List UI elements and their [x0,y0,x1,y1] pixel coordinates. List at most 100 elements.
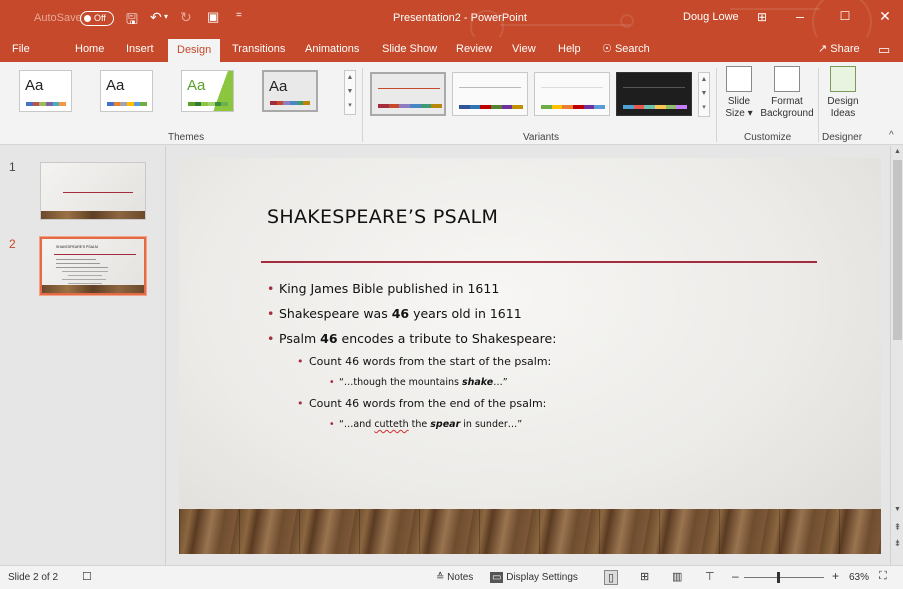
fit-slide-icon[interactable]: ⛶ [879,570,887,583]
autosave-state: Off [94,13,106,23]
variant-color-strip [623,105,688,109]
bullet-level-1: Psalm 46 encodes a tribute to Shakespear… [267,326,827,351]
slide-number-selected: 2 [9,237,16,251]
bullet-text: “…though the mountains [339,377,462,388]
display-settings-label: Display Settings [506,572,578,583]
slide-count: Slide 2 of 2 [8,572,59,583]
variant-color-strip [378,104,443,108]
collapse-ribbon-icon[interactable]: ^ [889,130,894,141]
thumbnail-text-line [62,279,106,280]
tab-view[interactable]: View [512,37,536,62]
slide-size-button[interactable]: Slide Size ▾ [721,66,757,120]
zoom-slider-thumb[interactable] [776,572,780,583]
user-name[interactable]: Doug Lowe [683,11,739,23]
bullet-text: King James Bible published in 1611 [279,281,500,296]
tab-slide-show[interactable]: Slide Show [382,37,437,62]
redo-icon[interactable]: ↻ [180,9,192,26]
previous-slide-icon[interactable]: ⇞ [891,522,903,533]
display-settings-button[interactable]: ▭ Display Settings [490,572,578,583]
tab-review[interactable]: Review [456,37,492,62]
tab-transitions[interactable]: Transitions [232,37,285,62]
variant-rule-line [378,88,440,89]
slide-size-label-2: Size ▾ [725,108,753,119]
present-from-beginning-icon[interactable]: ▣ [207,9,219,25]
minimize-icon[interactable]: – [781,0,819,32]
slide-number: 1 [9,160,16,174]
design-ideas-label-2: Ideas [830,108,856,119]
thumbnail-text-line [68,275,102,276]
theme-thumbnail-office-theme[interactable]: Aa [100,70,153,112]
zoom-out-icon[interactable]: – [732,569,739,583]
customize-qat-icon[interactable]: = [236,10,242,21]
slide-thumbnail-1[interactable] [40,162,146,220]
maximize-icon[interactable]: ☐ [826,0,864,32]
variant-thumbnail-2[interactable] [452,72,528,116]
close-icon[interactable]: ✕ [866,0,903,32]
variant-thumbnail-1[interactable] [370,72,446,116]
variant-color-strip [541,105,606,109]
normal-view-icon[interactable]: ▯ [604,570,619,585]
variants-gallery-scroll[interactable]: ▲ ▼ ▾ [698,72,710,117]
designer-group-label: Designer [822,132,863,143]
design-ideas-button[interactable]: Design Ideas [821,66,865,120]
autosave-toggle[interactable]: Off [80,11,114,26]
theme-color-strip [188,102,229,106]
notes-icon: ≙ [436,572,445,583]
reading-view-icon[interactable]: ▥ [672,570,682,583]
ribbon-display-options-icon[interactable]: ⊞ [757,10,767,24]
slide-size-label: Slide [727,96,751,107]
theme-thumbnail-gallery-selected[interactable]: Aa [262,70,318,112]
slides-pane: 1 2 SHAKESPEARE'S PSALM [0,146,166,565]
zoom-in-icon[interactable]: + [832,569,839,583]
format-background-button[interactable]: Format Background [758,66,816,120]
slide-thumbnail-2-selected[interactable]: SHAKESPEARE'S PSALM [39,236,147,296]
slide-sorter-icon[interactable]: ⊞ [640,570,649,583]
bullet-text: Count 46 words from the start of the psa… [309,355,552,368]
tab-file[interactable]: File [12,37,30,62]
theme-thumbnail-facet[interactable]: Aa [181,70,234,112]
status-bar: Slide 2 of 2 ☐ ≙ Notes ▭ Display Setting… [0,565,903,589]
zoom-slider[interactable] [744,577,824,578]
format-background-label-2: Background [760,108,814,119]
scroll-up-icon[interactable]: ▲ [891,148,903,155]
scrollbar-thumb[interactable] [893,160,902,340]
bullet-text: years old in 1611 [409,306,522,321]
theme-thumbnail-office[interactable]: Aa [19,70,72,112]
save-icon[interactable]: 🖫 [126,9,138,33]
bullet-text: …” [493,377,508,388]
current-slide[interactable]: SHAKESPEARE’S PSALM King James Bible pub… [179,158,881,554]
scroll-down-icon[interactable]: ▼ [891,506,903,513]
comments-icon[interactable]: ▭ [878,37,890,62]
zoom-level[interactable]: 63% [849,572,869,583]
lightbulb-icon: ☉ [602,43,612,55]
variant-thumbnail-3[interactable] [534,72,610,116]
thumbnail-text-line [56,259,96,260]
title-underline-rule [261,261,817,263]
bullet-level-3: “…and cutteth the spear in sunder…” [267,415,827,435]
themes-gallery-scroll[interactable]: ▲ ▼ ▾ [344,70,356,115]
slide-body-text[interactable]: King James Bible published in 1611 Shake… [267,276,827,435]
slide-title[interactable]: SHAKESPEARE’S PSALM [267,206,498,228]
undo-icon[interactable]: ↶ [150,9,162,26]
thumbnail-text-line [56,263,100,264]
bullet-text: “…and [339,419,375,430]
group-divider [818,68,819,142]
accessibility-check-icon[interactable]: ☐ [82,570,92,583]
thumbnail-floor [42,285,144,293]
spellcheck-flagged-word: cutteth [374,419,409,430]
tab-home[interactable]: Home [75,37,104,62]
notes-button[interactable]: ≙ Notes [436,572,473,583]
slide-editing-area: SHAKESPEARE’S PSALM King James Bible pub… [167,146,890,565]
tab-design[interactable]: Design [168,39,221,62]
share-button[interactable]: ↗ Share [818,37,860,62]
tab-animations[interactable]: Animations [305,37,359,62]
vertical-scrollbar[interactable]: ▲ ▼ ⇞ ⇟ [890,146,903,565]
search-box[interactable]: ☉ Search [602,37,650,62]
variant-thumbnail-4[interactable] [616,72,692,116]
slide-show-view-icon[interactable]: ⊤ [705,570,715,583]
paint-bucket-icon [774,66,800,92]
tab-help[interactable]: Help [558,37,581,62]
undo-dropdown-icon[interactable]: ▾ [164,12,168,21]
tab-insert[interactable]: Insert [126,37,154,62]
next-slide-icon[interactable]: ⇟ [891,538,903,549]
